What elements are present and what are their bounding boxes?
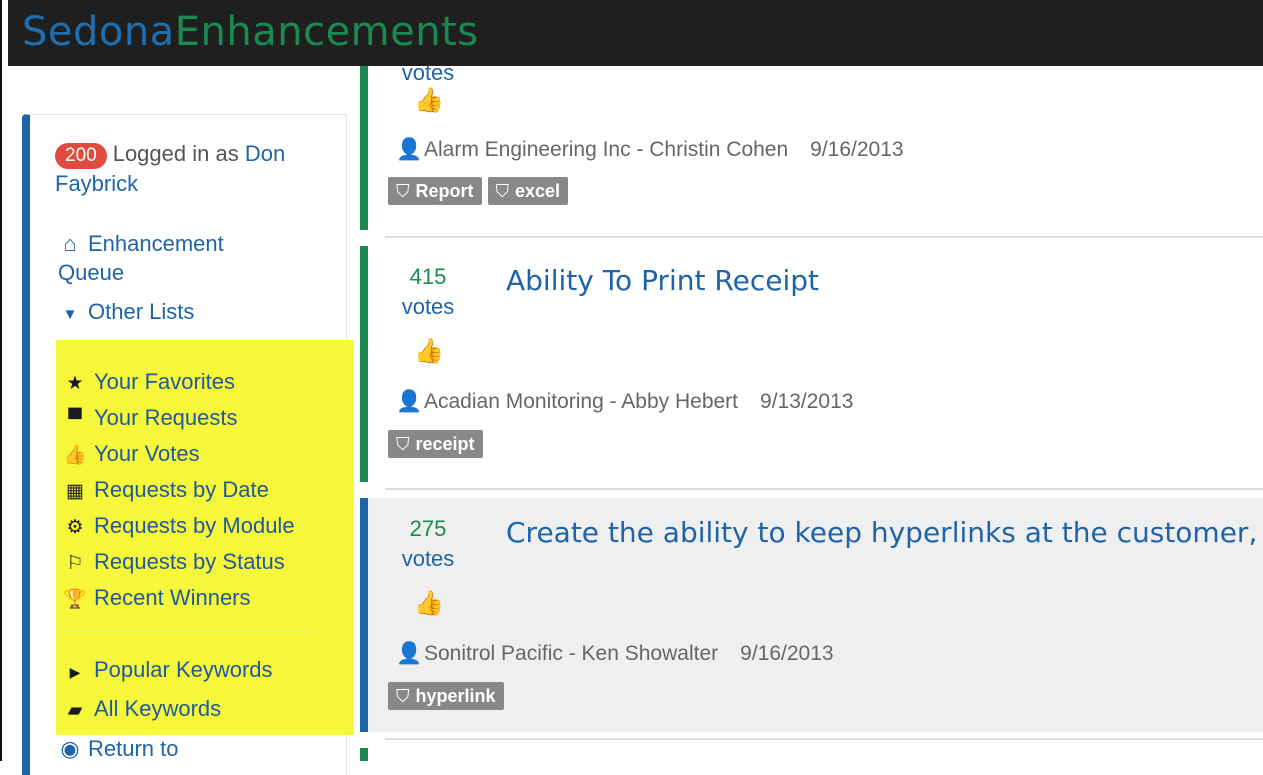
vote-number: 275 [409,516,447,541]
nav-label-line2: Queue [58,260,125,285]
brand-logo[interactable]: SedonaEnhancements [22,4,479,60]
all-keywords[interactable]: ▰ All Keywords [62,694,221,726]
star-icon: ★ [66,373,84,394]
status-accent-bar [360,498,368,732]
vote-label: votes [401,294,455,319]
calendar-icon: ▦ [66,481,84,502]
keyword-label: All Keywords [94,696,222,721]
list-label: Your Requests [94,405,238,430]
list-your-requests[interactable]: ▀ Your Requests [62,403,238,435]
list-label: Requests by Status [94,549,285,574]
tag-receipt[interactable]: ⛉ receipt [388,430,483,458]
archive-icon: ▀ [68,409,82,430]
status-accent-bar [360,246,368,482]
caret-down-icon: ▼ [62,306,78,323]
request-card: 415 votes Ability To Print Receipt 👍 👤Ac… [360,246,1263,482]
keyword-label: Popular Keywords [94,657,273,682]
nav-other-lists-label: Other Lists [88,299,195,324]
request-card: votes 👍 👤Alarm Engineering Inc - Christi… [360,60,1263,230]
request-title[interactable]: Ability To Print Receipt [506,264,819,297]
book-icon: ▰ [67,700,83,721]
brand-part-enhancements: Enhancements [174,9,479,55]
list-your-votes[interactable]: 👍 Your Votes [62,439,200,471]
vote-label: votes [401,546,455,571]
user-first-name: Don [244,141,286,166]
list-label: Your Favorites [94,369,236,394]
request-title[interactable]: Create the ability to keep hyperlinks at… [506,516,1263,549]
card-separator [385,488,1263,490]
list-requests-by-status[interactable]: ⚐ Requests by Status [62,547,285,579]
thumbs-up-icon: 👍 [63,445,87,466]
nav-label-line1: Enhancement [88,231,224,256]
list-requests-by-module[interactable]: ⚙ Requests by Module [62,511,295,543]
nav-return-to[interactable]: ◉ Return to [58,734,179,763]
tag-list: ⛉ Report ⛉ excel [388,177,569,205]
thumbs-up-icon[interactable]: 👍 [414,337,444,366]
list-label: Your Votes [94,441,200,466]
list-label: Requests by Date [94,477,269,502]
thumbs-up-icon[interactable]: 👍 [414,86,444,115]
request-meta: 👤Sonitrol Pacific - Ken Showalter 9/16/20… [396,642,834,666]
popular-keywords[interactable]: ▶ Popular Keywords [62,655,273,687]
sidebar-divider [58,631,311,632]
status-accent-bar [360,66,368,230]
brand-part-sedona: Sedona [22,9,175,55]
request-card: 275 votes Create the ability to keep hyp… [360,498,1263,732]
request-company: Alarm Engineering Inc - Christin Cohen [424,138,789,161]
request-meta: 👤Acadian Monitoring - Abby Hebert 9/13/20… [396,390,853,414]
app-header: SedonaEnhancements [8,0,1263,66]
request-company: Sonitrol Pacific - Ken Showalter [424,642,719,665]
vote-count: votes [401,60,455,85]
tag-list: ⛉ receipt [388,430,483,458]
list-recent-winners[interactable]: 🏆 Recent Winners [62,583,251,615]
bookmark-icon: ⛉ [495,181,510,201]
gear-icon: ⚙ [66,517,84,538]
nav-enhancement-queue[interactable]: ⌂ Enhancement Queue [58,229,224,287]
vote-number: 415 [409,264,447,289]
user-last-name: Faybrick [55,171,139,196]
user-icon: 👤 [396,642,423,665]
bookmark-icon: ⛉ [396,181,410,201]
list-your-favorites[interactable]: ★ Your Favorites [62,367,235,399]
globe-icon: ◉ [60,736,80,761]
thumbs-up-icon[interactable]: 👍 [414,589,444,618]
notification-badge[interactable]: 200 [55,143,107,169]
list-label: Recent Winners [94,585,251,610]
status-accent-bar [360,748,368,761]
list-requests-by-date[interactable]: ▦ Requests by Date [62,475,269,507]
bookmark-icon: ⛉ [396,686,410,706]
return-label: Return to [88,736,179,761]
request-meta: 👤Alarm Engineering Inc - Christin Cohen 9… [396,138,904,162]
home-icon: ⌂ [63,231,77,256]
user-icon: 👤 [396,138,423,161]
tag-hyperlink[interactable]: ⛉ hyperlink [388,682,504,710]
logged-in-text: Logged in as [112,141,239,166]
request-date: 9/16/2013 [810,138,904,161]
list-label: Requests by Module [94,513,295,538]
request-company: Acadian Monitoring - Abby Hebert [424,390,739,413]
flag-icon: ⚐ [66,553,84,574]
bookmark-icon: ⛉ [396,434,410,454]
vote-count: 415 votes [388,262,468,322]
caret-right-icon: ▶ [69,664,81,680]
trophy-icon: 🏆 [63,589,87,610]
tag-report[interactable]: ⛉ Report [388,177,482,205]
vote-count: 275 votes [388,514,468,574]
request-date: 9/13/2013 [760,390,854,413]
login-status: 200 Logged in as Don Faybrick [55,139,330,199]
request-date: 9/16/2013 [740,642,834,665]
card-separator [385,236,1263,238]
card-separator [385,738,1263,740]
tag-excel[interactable]: ⛉ excel [487,177,569,205]
tag-list: ⛉ hyperlink [388,682,504,710]
nav-other-lists[interactable]: ▼ Other Lists [58,297,195,329]
user-icon: 👤 [396,390,423,413]
